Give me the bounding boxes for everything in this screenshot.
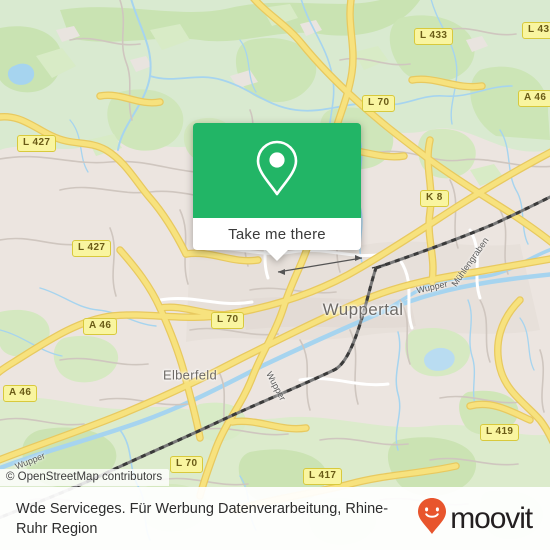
moovit-wordmark: moovit [450,501,533,535]
popup-header [193,123,361,218]
moovit-brand[interactable]: moovit [417,497,538,540]
road-shield: A 46 [83,318,118,335]
map-canvas[interactable]: L 433 L 70 A 46 L 43 K 8 L 427 L 427 A 4… [0,0,550,550]
road-shield: A 46 [518,90,550,107]
place-label-elberfeld: Elberfeld [162,367,218,383]
road-shield: A 46 [3,385,38,402]
place-label-wuppertal: Wuppertal [322,300,404,319]
road-shield: L 70 [362,95,396,112]
map-pin-icon [254,139,300,202]
moovit-smiley-pin-icon [417,497,447,540]
footer-place-title: Wde Serviceges. Für Werbung Datenverarbe… [16,500,389,537]
road-shield: L 43 [522,22,550,39]
road-shield: K 8 [420,190,449,207]
road-shield: L 419 [480,424,520,441]
osm-attribution: © OpenStreetMap contributors [0,469,170,486]
road-shield: L 433 [414,28,454,45]
moovit-map-screenshot: L 433 L 70 A 46 L 43 K 8 L 427 L 427 A 4… [0,0,550,550]
footer-bar: Wde Serviceges. Für Werbung Datenverarbe… [0,487,550,550]
road-shield: L 427 [72,240,112,257]
map-popup-card[interactable]: Take me there [193,123,361,261]
road-shield: L 70 [211,312,245,329]
popup-cta-label: Take me there [228,225,326,243]
map-vector-layer [0,0,550,550]
road-shield: L 417 [303,468,343,485]
popup-tail [266,250,288,261]
road-shield: L 70 [170,456,204,473]
road-shield: L 427 [17,135,57,152]
popup-cta[interactable]: Take me there [193,218,361,261]
